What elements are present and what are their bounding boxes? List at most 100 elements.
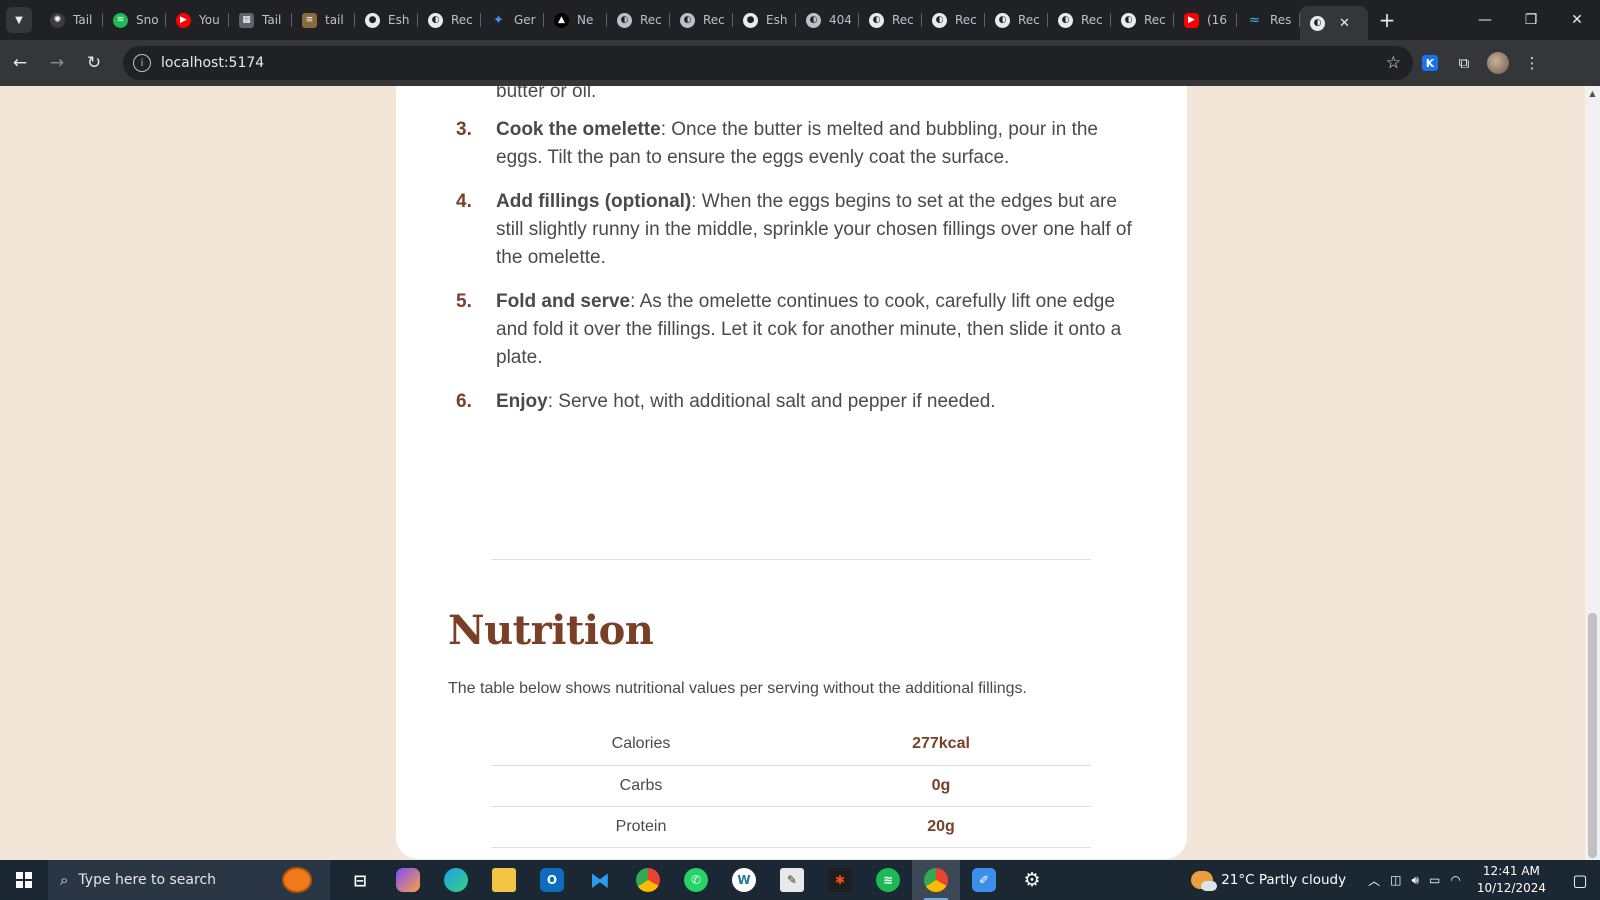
nutrient-value: 20g xyxy=(791,806,1091,848)
instructions-list: 3. Cook the omelette: Once the butter is… xyxy=(456,116,1136,432)
browser-tab[interactable]: ▦ Tail xyxy=(229,0,292,40)
tab-label: Esh xyxy=(388,13,410,27)
browser-tab[interactable]: ◐ Rec xyxy=(418,0,481,40)
browser-tab[interactable]: ≈ Res xyxy=(1237,0,1300,40)
bookmark-star-icon[interactable]: ☆ xyxy=(1386,53,1401,73)
browser-tab[interactable]: ● Esh xyxy=(733,0,796,40)
page-scrollbar[interactable]: ▲ xyxy=(1585,86,1600,860)
profile-avatar[interactable] xyxy=(1481,46,1515,80)
browser-toolbar: ← → ↻ i localhost:5174 ☆ K ⧉ ⋮ xyxy=(0,40,1600,86)
browser-tab[interactable]: ◐ Rec xyxy=(670,0,733,40)
outlook-icon[interactable]: O xyxy=(528,860,576,900)
nutrition-table: Calories 277kcal Carbs 0g Protein 20g Fa… xyxy=(491,724,1091,860)
address-bar[interactable]: i localhost:5174 ☆ xyxy=(123,46,1413,80)
browser-tab[interactable]: ✺ Tail xyxy=(40,0,103,40)
spotify-icon[interactable]: ≋ xyxy=(864,860,912,900)
tab-label: Tail xyxy=(262,13,282,27)
tab-label: 404 xyxy=(829,13,852,27)
meet-now-icon[interactable]: ◫ xyxy=(1390,873,1401,887)
back-icon[interactable]: ← xyxy=(3,46,37,80)
browser-tab[interactable]: ▶ You xyxy=(166,0,229,40)
browser-tab[interactable]: ≡ tail xyxy=(292,0,355,40)
tab-label: Sno xyxy=(136,13,159,27)
chevron-up-icon[interactable]: ︿ xyxy=(1368,872,1380,889)
close-tab-icon[interactable]: ✕ xyxy=(1339,16,1350,31)
github-icon: ● xyxy=(743,12,758,28)
tab-label: Rec xyxy=(640,13,662,27)
whatsapp-icon[interactable]: ✆ xyxy=(672,860,720,900)
windows-taskbar: ⌕ Type here to search ⊟ O ⧓ ✆ W ✎ ✱ ≋ ✐ … xyxy=(0,860,1600,900)
weather-widget[interactable]: 21°C Partly cloudy xyxy=(1191,871,1346,891)
windows-start-icon[interactable] xyxy=(0,860,48,900)
browser-tab[interactable]: ◐ Rec xyxy=(1048,0,1111,40)
browser-tab-active[interactable]: ◐ ✕ xyxy=(1300,6,1368,40)
scrollbar-thumb[interactable] xyxy=(1588,613,1597,858)
forward-icon[interactable]: → xyxy=(40,46,74,80)
wifi-icon[interactable]: ◠ xyxy=(1450,873,1460,887)
chrome-icon[interactable] xyxy=(624,860,672,900)
previous-step-fragment: butter or oil. xyxy=(496,86,597,102)
wordpress-icon[interactable]: W xyxy=(720,860,768,900)
browser-tab[interactable]: ▲ Ne xyxy=(544,0,607,40)
search-icon: ⌕ xyxy=(60,871,69,889)
browser-tab[interactable]: ◐ Rec xyxy=(985,0,1048,40)
close-window-icon[interactable]: ✕ xyxy=(1554,0,1600,40)
taskbar-search-box[interactable]: ⌕ Type here to search xyxy=(48,860,330,900)
browser-tab[interactable]: ≋ Sno xyxy=(103,0,166,40)
volume-icon[interactable]: 🔊︎ xyxy=(1411,873,1419,888)
browser-tab[interactable]: ◐ Rec xyxy=(1111,0,1174,40)
copilot-icon[interactable] xyxy=(384,860,432,900)
restore-icon[interactable]: ❐ xyxy=(1508,0,1554,40)
vercel-icon: ▲ xyxy=(554,12,569,28)
tab-label: Rec xyxy=(1018,13,1040,27)
instruction-step: 6. Enjoy: Serve hot, with additional sal… xyxy=(456,388,1136,416)
notifications-icon[interactable]: ▢ xyxy=(1560,871,1600,890)
table-row: Calories 277kcal xyxy=(491,724,1091,766)
browser-tab[interactable]: ◐ 404 xyxy=(796,0,859,40)
browser-tab[interactable]: ✦ Ger xyxy=(481,0,544,40)
edge-icon[interactable] xyxy=(432,860,480,900)
chrome-active-icon[interactable] xyxy=(912,860,960,900)
tab-label: Rec xyxy=(451,13,473,27)
paint-icon[interactable]: ✐ xyxy=(960,860,1008,900)
new-tab-icon[interactable]: + xyxy=(1372,8,1402,32)
reload-icon[interactable]: ↻ xyxy=(77,46,111,80)
section-divider xyxy=(491,559,1091,560)
halloween-pumpkin-icon xyxy=(282,867,312,893)
site-info-icon[interactable]: i xyxy=(133,54,151,72)
url-text[interactable]: localhost:5174 xyxy=(161,55,264,71)
browser-tab[interactable]: ◐ Rec xyxy=(859,0,922,40)
figma-icon[interactable]: ✱ xyxy=(816,860,864,900)
react-app-icon: ◐ xyxy=(869,12,884,28)
step-title: Add fillings (optional) xyxy=(496,191,692,212)
step-number: 4. xyxy=(456,191,472,212)
step-title: Enjoy xyxy=(496,391,548,412)
extensions-puzzle-icon[interactable]: ⧉ xyxy=(1447,46,1481,80)
tab-label: You xyxy=(199,13,220,27)
battery-icon[interactable]: ▭ xyxy=(1429,873,1440,887)
tab-label: tail xyxy=(325,13,344,27)
browser-tab[interactable]: ◐ Rec xyxy=(607,0,670,40)
browser-tab[interactable]: ● Esh xyxy=(355,0,418,40)
step-title: Cook the omelette xyxy=(496,119,661,140)
notepad-icon[interactable]: ✎ xyxy=(768,860,816,900)
browser-tab[interactable]: ▶ (16 xyxy=(1174,0,1237,40)
table-row: Fat 22g xyxy=(491,847,1091,860)
step-body: Enjoy: Serve hot, with additional salt a… xyxy=(496,388,996,416)
settings-gear-icon[interactable]: ⚙ xyxy=(1008,860,1056,900)
browser-menu-icon[interactable]: ⋮ xyxy=(1515,46,1549,80)
clock-time: 12:41 AM xyxy=(1482,864,1540,878)
task-view-icon[interactable]: ⊟ xyxy=(336,860,384,900)
minimize-icon[interactable]: — xyxy=(1462,0,1508,40)
extension-k-icon[interactable]: K xyxy=(1413,46,1447,80)
file-explorer-icon[interactable] xyxy=(480,860,528,900)
scroll-up-icon[interactable]: ▲ xyxy=(1585,86,1600,102)
browser-tab[interactable]: ◐ Rec xyxy=(922,0,985,40)
system-clock[interactable]: 12:41 AM 10/12/2024 xyxy=(1477,863,1546,897)
vscode-icon[interactable]: ⧓ xyxy=(576,860,624,900)
nutrition-description: The table below shows nutritional values… xyxy=(448,680,1027,697)
tab-label: Rec xyxy=(955,13,977,27)
tab-search-icon[interactable]: ▼ xyxy=(6,7,32,33)
tray-icons: ︿ ◫ 🔊︎ ▭ ◠ xyxy=(1368,872,1461,889)
nutrient-value: 22g xyxy=(791,847,1091,860)
